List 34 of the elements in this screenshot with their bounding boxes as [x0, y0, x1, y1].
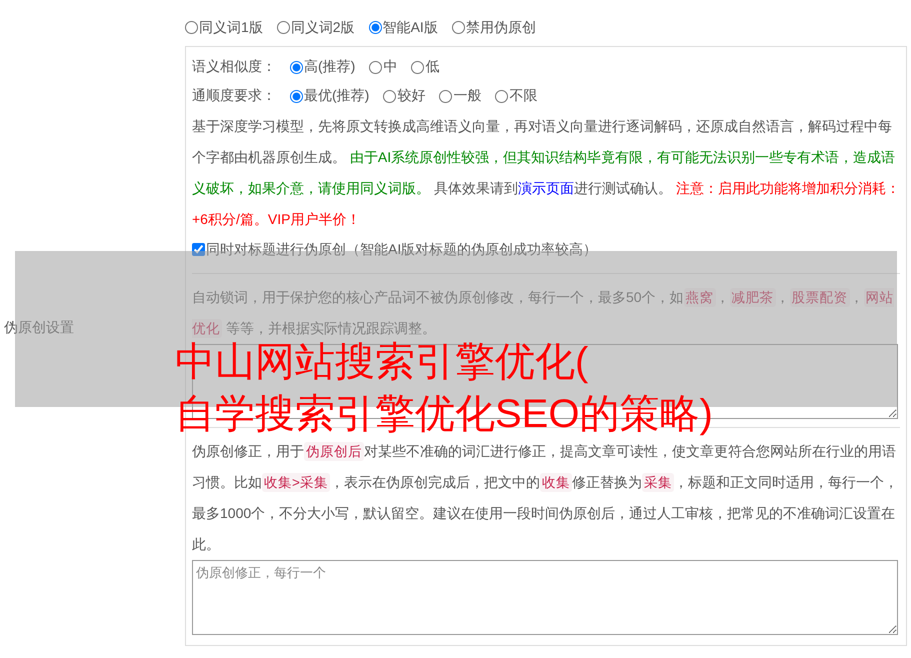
option-label[interactable]: 同义词1版 [199, 18, 263, 36]
option-label[interactable]: 较好 [397, 87, 426, 105]
checkbox-label[interactable]: 同时对标题进行伪原创（智能AI版对标题的伪原创成功率较高） [206, 240, 598, 258]
option-label[interactable]: 中 [383, 58, 398, 76]
text-area[interactable]: 伪原创修正，每行一个 [192, 560, 898, 634]
radio-button[interactable] [185, 21, 198, 34]
radio-button[interactable] [290, 60, 303, 74]
radio-button[interactable] [452, 21, 465, 34]
checkbox[interactable] [192, 243, 205, 256]
description-text: 基于深度学习模型，先将原文转换成高维语义向量，再对语义向量进行逐词解码，还原成自然语言，解码过程中每个字都由机器原创生成。 由于AI系统原创性较强，但其知识结构毕竟有限，有可能无法识别一些专有术语，造成语义破坏，如果介意，请使用同义词版。 具体效果请到演示页面进行测试确认。 注意：启用此功能将增加积分消耗：+6积分/篇。VIP用户半价！ [192, 116, 900, 228]
radio-button[interactable] [411, 60, 424, 74]
option-label[interactable]: 最优(推荐) [304, 87, 370, 105]
radio-button[interactable] [290, 90, 303, 102]
field-label: 通顺度要求： [192, 87, 276, 105]
option-label[interactable]: 高(推荐) [304, 58, 356, 76]
radio-button[interactable] [383, 90, 396, 102]
option-label[interactable]: 禁用伪原创 [466, 18, 536, 36]
option-label[interactable]: 不限 [509, 87, 538, 105]
overlay-title: 自学搜索引擎优化SEO的策略) [175, 391, 713, 438]
radio-button[interactable] [369, 60, 382, 74]
radio-button[interactable] [276, 21, 290, 34]
overlay-title: 中山网站搜索引擎优化( [175, 339, 590, 386]
option-label[interactable]: 低 [425, 58, 440, 76]
radio-button[interactable] [439, 90, 452, 102]
radio-button[interactable] [495, 90, 508, 102]
option-label[interactable]: 智能AI版 [382, 18, 438, 36]
radio-button[interactable] [368, 21, 382, 34]
description-text: 伪原创修正，用于伪原创后 对某些不准确的词汇进行修正，提高文章可读性，使文章更符合您网站所在行业的用语习惯。比如 收集>采集，表示在伪原创完成后，把文中的 收集 修正替换为 采集，标题和正文同时适用，每行一个，最多1000个，不分大小写，默认留空。建议在使用一段时间伪原创后，通过人工审核，把常见的不准确词汇设置在此。 [192, 440, 899, 554]
settings-label: 伪原创设置 [3, 318, 75, 336]
field-label: 语义相似度： [192, 58, 276, 76]
option-label[interactable]: 一般 [453, 87, 482, 105]
description-text: 自动锁词，用于保护您的核心产品词不被伪原创修改，每行一个，最多50个，如 燕窝，减肥茶，股票配资，网站优化 等等，并根据实际情况跟踪调整。 [192, 286, 895, 340]
option-label[interactable]: 同义词2版 [290, 18, 355, 36]
demo-link[interactable]: 演示页面 [518, 180, 574, 196]
